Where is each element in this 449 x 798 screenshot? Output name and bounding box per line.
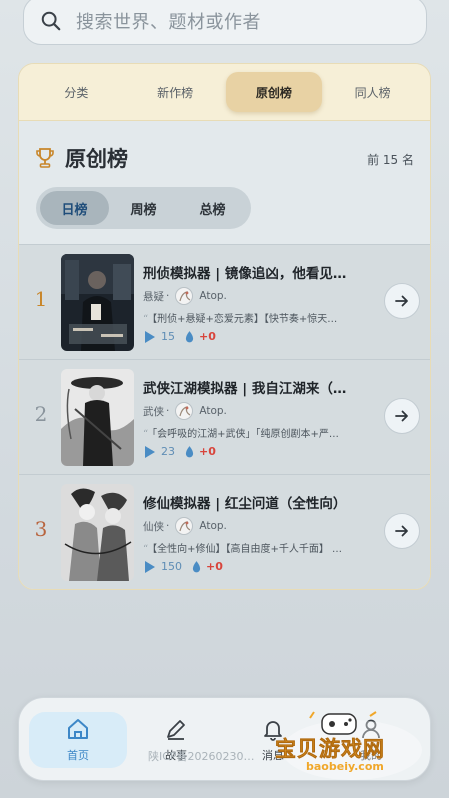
ranking-count: 前 15 名 bbox=[367, 153, 414, 167]
avatar bbox=[175, 517, 194, 535]
item-tags: “「会呼吸的江湖+武侠」「纯原创剧本+严… bbox=[143, 429, 339, 440]
heat-delta: +0 bbox=[199, 445, 216, 458]
open-button[interactable] bbox=[384, 398, 420, 434]
item-meta: 武侠 · Atop. bbox=[143, 402, 227, 420]
item-stats: 23 +0 bbox=[145, 445, 216, 458]
search-input[interactable]: 搜索世界、题材或作者 bbox=[76, 8, 261, 34]
list-item[interactable]: 2 武侠江湖模拟器 | 我自江湖来（… 武侠 · Atop. “ 「会呼吸的江湖… bbox=[19, 359, 430, 474]
period-total[interactable]: 总榜 bbox=[178, 191, 247, 225]
nav-label: 首页 bbox=[67, 749, 89, 762]
pen-icon bbox=[167, 720, 185, 740]
item-title[interactable]: 修仙模拟器 | 红尘问道（全性向） bbox=[143, 492, 379, 512]
genre-label: 悬疑 bbox=[143, 290, 164, 303]
play-icon bbox=[145, 560, 155, 573]
rank-number: 3 bbox=[34, 517, 48, 541]
rank-number: 1 bbox=[34, 287, 48, 311]
item-stats: 150 +0 bbox=[145, 560, 223, 573]
item-meta: 仙侠 · Atop. bbox=[143, 517, 227, 535]
author-name[interactable]: Atop. bbox=[199, 520, 227, 532]
flame-icon bbox=[185, 445, 194, 457]
avatar bbox=[175, 287, 194, 305]
ranking-list: 1 刑侦模拟器 | 镜像追凶，他看见… 悬疑 · Atop. “ 【刑侦+悬疑+… bbox=[19, 244, 430, 589]
cover-image bbox=[61, 254, 134, 351]
category-tabs: 分类 新作榜 原创榜 同人榜 bbox=[19, 64, 430, 121]
tab-fanfic[interactable]: 同人榜 bbox=[325, 72, 421, 112]
period-switch: 日榜 周榜 总榜 bbox=[36, 187, 251, 229]
period-weekly[interactable]: 周榜 bbox=[109, 191, 178, 225]
list-item[interactable]: 1 刑侦模拟器 | 镜像追凶，他看见… 悬疑 · Atop. “ 【刑侦+悬疑+… bbox=[19, 244, 430, 359]
play-count: 150 bbox=[161, 560, 182, 573]
open-button[interactable] bbox=[384, 513, 420, 549]
item-meta: 悬疑 · Atop. bbox=[143, 287, 227, 305]
avatar bbox=[175, 402, 194, 420]
quote-icon: “ bbox=[143, 314, 149, 325]
heat-delta: +0 bbox=[199, 330, 216, 343]
item-tags: “【全性向+修仙】【高自由度+千人千面】 … bbox=[143, 544, 343, 555]
tab-category[interactable]: 分类 bbox=[28, 72, 124, 112]
trophy-icon bbox=[36, 148, 54, 168]
cover-image bbox=[61, 484, 134, 581]
tab-new[interactable]: 新作榜 bbox=[127, 72, 223, 112]
play-count: 23 bbox=[161, 445, 175, 458]
search-icon bbox=[41, 11, 61, 30]
item-title[interactable]: 武侠江湖模拟器 | 我自江湖来（… bbox=[143, 377, 379, 397]
heat-delta: +0 bbox=[206, 560, 223, 573]
author-name[interactable]: Atop. bbox=[199, 290, 227, 302]
list-item[interactable]: 3 修仙模拟器 | 红尘问道（全性向） 仙侠 · Atop. “ 【全性向+修仙… bbox=[19, 474, 430, 589]
home-icon bbox=[68, 719, 88, 739]
flame-icon bbox=[185, 330, 194, 342]
ranking-header: 原创榜 前 15 名 bbox=[19, 121, 430, 191]
genre-label: 武侠 bbox=[143, 405, 164, 418]
meta-separator: · bbox=[166, 405, 170, 417]
play-icon bbox=[145, 330, 155, 343]
item-stats: 15 +0 bbox=[145, 330, 216, 343]
ranking-title: 原创榜 bbox=[65, 147, 128, 171]
meta-separator: · bbox=[166, 520, 170, 532]
arrow-right-icon bbox=[395, 295, 408, 307]
quote-icon: “ bbox=[143, 544, 149, 555]
arrow-right-icon bbox=[395, 410, 408, 422]
period-daily[interactable]: 日榜 bbox=[40, 191, 109, 225]
play-icon bbox=[145, 445, 155, 458]
play-count: 15 bbox=[161, 330, 175, 343]
meta-separator: · bbox=[166, 290, 170, 302]
arrow-right-icon bbox=[395, 525, 408, 537]
item-title[interactable]: 刑侦模拟器 | 镜像追凶，他看见… bbox=[143, 262, 379, 282]
icp-note: 陕ICP备20260230… bbox=[148, 750, 255, 763]
genre-label: 仙侠 bbox=[143, 520, 164, 533]
quote-icon: “ bbox=[143, 429, 149, 440]
ranking-panel: 分类 新作榜 原创榜 同人榜 原创榜 前 15 名 日榜 周榜 总榜 1 刑侦模… bbox=[18, 63, 431, 590]
watermark-text: 宝贝游戏网 bbox=[275, 737, 385, 762]
author-name[interactable]: Atop. bbox=[199, 405, 227, 417]
nav-home[interactable]: 首页 bbox=[29, 712, 127, 768]
watermark-url: baobeiy.com bbox=[306, 760, 384, 773]
open-button[interactable] bbox=[384, 283, 420, 319]
rank-number: 2 bbox=[34, 402, 48, 426]
tab-original[interactable]: 原创榜 bbox=[225, 72, 322, 112]
item-tags: “【刑侦+悬疑+恋爱元素】【快节奏+惊天… bbox=[143, 314, 338, 325]
flame-icon bbox=[192, 560, 201, 572]
search-bar[interactable]: 搜索世界、题材或作者 bbox=[23, 0, 427, 45]
cover-image bbox=[61, 369, 134, 466]
